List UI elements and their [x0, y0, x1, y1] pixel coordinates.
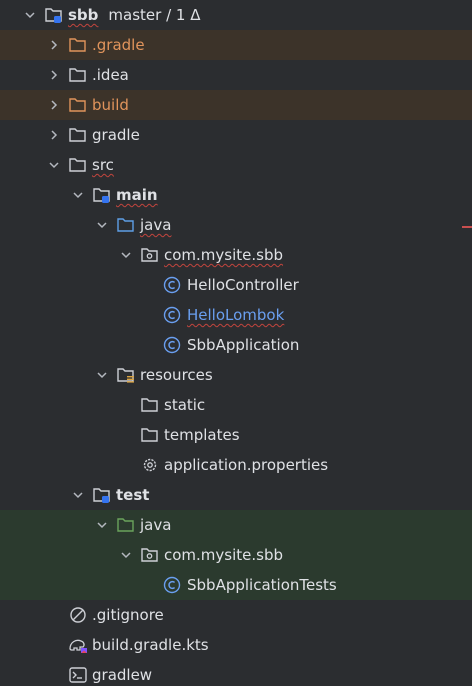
- tree-row-hello-lombok[interactable]: HelloLombok: [0, 300, 472, 330]
- tree-label: static: [164, 396, 206, 414]
- tree-row-build[interactable]: build: [0, 90, 472, 120]
- chevron-down-icon[interactable]: [46, 157, 62, 173]
- terminal-icon: [68, 666, 88, 684]
- chevron-down-icon[interactable]: [118, 247, 134, 263]
- tree-label: main: [116, 186, 158, 204]
- package-icon: [140, 246, 160, 264]
- tree-label: build: [92, 96, 129, 114]
- tree-row-templates[interactable]: templates: [0, 420, 472, 450]
- module-icon: [92, 186, 112, 204]
- tree-row-application-properties[interactable]: application.properties: [0, 450, 472, 480]
- chevron-down-icon[interactable]: [94, 517, 110, 533]
- chevron-down-icon[interactable]: [70, 487, 86, 503]
- tree-label: .idea: [92, 66, 129, 84]
- chevron-down-icon[interactable]: [118, 547, 134, 563]
- tree-row-main-package[interactable]: com.mysite.sbb: [0, 240, 472, 270]
- tree-label: gradle: [92, 126, 140, 144]
- tree-label: HelloLombok: [187, 306, 285, 324]
- chevron-down-icon[interactable]: [94, 367, 110, 383]
- module-icon: [92, 486, 112, 504]
- folder-icon: [140, 396, 160, 414]
- chevron-right-icon[interactable]: [46, 67, 62, 83]
- tree-row-hello-controller[interactable]: HelloController: [0, 270, 472, 300]
- class-icon: [162, 276, 182, 294]
- tree-row-idea[interactable]: .idea: [0, 60, 472, 90]
- tree-row-test[interactable]: test: [0, 480, 472, 510]
- source-folder-icon: [116, 216, 136, 234]
- branch-label: master / 1 Δ: [108, 6, 201, 24]
- tree-label: SbbApplicationTests: [187, 576, 337, 594]
- tree-label: com.mysite.sbb: [164, 546, 284, 564]
- tree-label: java: [140, 216, 172, 234]
- tree-row-gitignore[interactable]: .gitignore: [0, 600, 472, 630]
- tree-label: gradlew: [92, 666, 153, 684]
- class-icon: [162, 576, 182, 594]
- tree-label: .gradle: [92, 36, 145, 54]
- chevron-right-icon[interactable]: [46, 37, 62, 53]
- tree-label: HelloController: [187, 276, 299, 294]
- folder-icon: [68, 66, 88, 84]
- error-stripe-marker: [462, 226, 472, 228]
- resources-folder-icon: [116, 366, 136, 384]
- tree-label: .gitignore: [92, 606, 164, 624]
- tree-label: src: [92, 156, 114, 174]
- tree-row-test-package[interactable]: com.mysite.sbb: [0, 540, 472, 570]
- project-tree: sbb master / 1 Δ .gradle .idea build gra…: [0, 0, 472, 686]
- folder-icon: [68, 96, 88, 114]
- tree-label: build.gradle.kts: [92, 636, 209, 654]
- tree-row-main-java[interactable]: java: [0, 210, 472, 240]
- tree-row-gradlew[interactable]: gradlew: [0, 660, 472, 686]
- class-icon: [162, 336, 182, 354]
- tree-row-gradle[interactable]: gradle: [0, 120, 472, 150]
- project-name: sbb: [68, 6, 99, 24]
- tree-row-src[interactable]: src: [0, 150, 472, 180]
- chevron-down-icon[interactable]: [70, 187, 86, 203]
- gear-icon: [140, 456, 160, 474]
- chevron-right-icon[interactable]: [46, 97, 62, 113]
- module-icon: [44, 6, 64, 24]
- tree-row-main[interactable]: main: [0, 180, 472, 210]
- chevron-right-icon[interactable]: [46, 127, 62, 143]
- folder-icon: [140, 426, 160, 444]
- tree-row-project-root[interactable]: sbb master / 1 Δ: [0, 0, 472, 30]
- tree-label: resources: [140, 366, 213, 384]
- tree-row-test-java[interactable]: java: [0, 510, 472, 540]
- package-icon: [140, 546, 160, 564]
- test-folder-icon: [116, 516, 136, 534]
- tree-row-gradle-hidden[interactable]: .gradle: [0, 30, 472, 60]
- ignore-icon: [68, 606, 88, 624]
- chevron-down-icon[interactable]: [94, 217, 110, 233]
- tree-row-resources[interactable]: resources: [0, 360, 472, 390]
- tree-label: com.mysite.sbb: [164, 246, 284, 264]
- folder-icon: [68, 36, 88, 54]
- tree-row-static[interactable]: static: [0, 390, 472, 420]
- tree-label: java: [140, 516, 172, 534]
- tree-row-build-gradle[interactable]: build.gradle.kts: [0, 630, 472, 660]
- tree-label: application.properties: [164, 456, 329, 474]
- tree-label: SbbApplication: [187, 336, 300, 354]
- tree-label: templates: [164, 426, 240, 444]
- class-icon: [162, 306, 182, 324]
- gradle-icon: [68, 636, 88, 654]
- folder-icon: [68, 156, 88, 174]
- folder-icon: [68, 126, 88, 144]
- chevron-down-icon[interactable]: [22, 7, 38, 23]
- tree-label: test: [116, 486, 150, 504]
- tree-row-sbb-application[interactable]: SbbApplication: [0, 330, 472, 360]
- tree-row-sbb-application-tests[interactable]: SbbApplicationTests: [0, 570, 472, 600]
